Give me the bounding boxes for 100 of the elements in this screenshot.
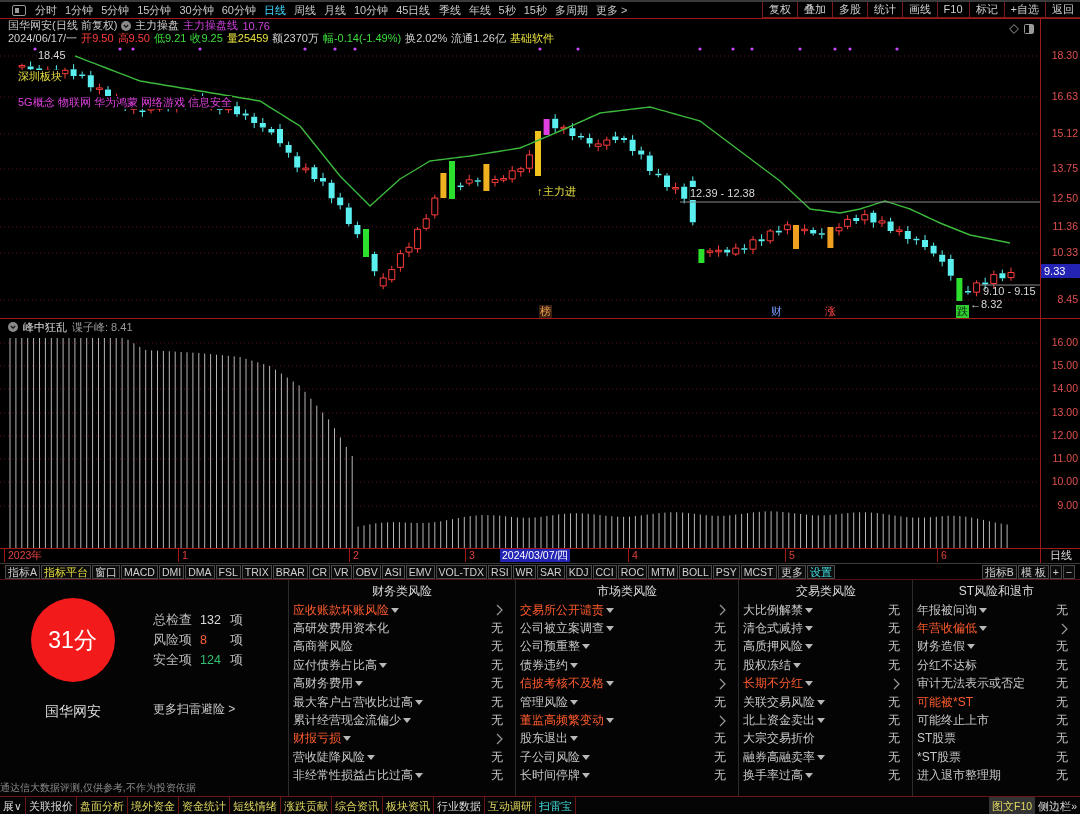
risk-item-link[interactable]: 累计经营现金流偏少 <box>293 712 411 730</box>
risk-item-link[interactable]: 营收陡降风险 <box>293 748 375 766</box>
risk-item-link[interactable]: ST股票 <box>917 730 957 748</box>
chevron-right-icon[interactable] <box>1061 622 1068 635</box>
indicator-tab[interactable]: 指标A <box>5 564 40 579</box>
indicator-tab[interactable]: ASI <box>381 564 405 579</box>
risk-item-link[interactable]: 应收账款坏账风险 <box>293 601 399 619</box>
bottom-tab[interactable]: 短线情绪 <box>229 797 281 814</box>
indicator-tab[interactable]: DMA <box>185 564 215 579</box>
event-marker[interactable]: 涨 <box>824 305 837 318</box>
indicator-tab[interactable]: 窗口 <box>92 564 120 579</box>
risk-item-link[interactable]: 股权冻结 <box>743 656 801 674</box>
period-tab[interactable]: 10分钟 <box>354 3 389 17</box>
indicator-tab[interactable]: PSY <box>712 564 740 579</box>
risk-item-link[interactable]: 信披考核不及格 <box>520 675 614 693</box>
indicator-tab[interactable]: ROC <box>617 564 647 579</box>
bottom-tab[interactable]: 盘面分析 <box>76 797 128 814</box>
bottom-tab[interactable]: 图文F10 <box>989 797 1036 814</box>
risk-item-link[interactable]: 审计无法表示或否定 <box>917 675 1025 693</box>
period-tab[interactable]: 15分钟 <box>137 3 172 17</box>
period-tab[interactable]: 30分钟 <box>179 3 214 17</box>
toolbar-button[interactable]: 多股 <box>831 2 867 17</box>
indicator-tab[interactable]: 更多 <box>777 564 806 579</box>
period-tab[interactable]: 15秒 <box>523 3 547 17</box>
indicator-tab[interactable]: WR <box>512 564 537 579</box>
indicator-tab[interactable]: + <box>1049 564 1062 579</box>
period-tab[interactable]: 日线 <box>264 3 286 17</box>
indicator-tab[interactable]: TRIX <box>241 564 272 579</box>
toolbar-button[interactable]: 叠加 <box>796 2 832 17</box>
bottom-tab[interactable]: 扫雷宝 <box>535 797 576 814</box>
risk-item-link[interactable]: 董监高频繁变动 <box>520 712 614 730</box>
indicator-tab[interactable]: MACD <box>121 564 158 579</box>
bottom-tab[interactable]: 行业数据 <box>433 797 485 814</box>
risk-item-link[interactable]: 长期不分红 <box>743 675 813 693</box>
risk-item-link[interactable]: 公司预重整 <box>520 638 590 656</box>
risk-item-link[interactable]: 年营收偏低 <box>917 620 987 638</box>
period-tab[interactable]: 多周期 <box>554 3 588 17</box>
risk-item-link[interactable]: *ST股票 <box>917 748 961 766</box>
toolbar-button[interactable]: 画线 <box>901 2 937 17</box>
chevron-right-icon[interactable] <box>719 714 726 727</box>
period-tab[interactable]: 月线 <box>324 3 346 17</box>
indicator-tab[interactable]: 设置 <box>806 564 835 579</box>
bottom-tab[interactable]: 展∨ <box>0 797 26 814</box>
toolbar-button[interactable]: 返回 <box>1045 2 1080 17</box>
risk-item-link[interactable]: 财务造假 <box>917 638 975 656</box>
more-menu[interactable]: 更多 > <box>595 3 628 17</box>
indicator-tab[interactable]: DMI <box>158 564 185 579</box>
indicator-tab[interactable]: VOL-TDX <box>435 564 488 579</box>
risk-item-link[interactable]: 大宗交易折价 <box>743 730 815 748</box>
indicator-tab[interactable]: VR <box>331 564 352 579</box>
indicator-tab[interactable]: MCST <box>740 564 777 579</box>
risk-item-link[interactable]: 管理风险 <box>520 693 578 711</box>
risk-item-link[interactable]: 年报被问询 <box>917 601 987 619</box>
risk-item-link[interactable]: 长时间停牌 <box>520 767 590 785</box>
bottom-tab[interactable]: 综合资讯 <box>331 797 383 814</box>
risk-item-link[interactable]: 高商誉风险 <box>293 638 353 656</box>
indicator-tab[interactable]: 模 板 <box>1017 564 1049 579</box>
event-marker[interactable]: 榜 <box>539 305 552 318</box>
diamond-icon[interactable] <box>1009 23 1019 34</box>
chevron-right-icon[interactable] <box>496 604 503 617</box>
chevron-right-icon[interactable] <box>496 732 503 745</box>
period-tab[interactable]: 5秒 <box>498 3 516 17</box>
event-marker[interactable]: 跌 <box>956 305 969 318</box>
indicator-tab[interactable]: MTM <box>647 564 678 579</box>
risk-item-link[interactable]: 股东退出 <box>520 730 578 748</box>
toolbar-button[interactable]: 标记 <box>968 2 1004 17</box>
indicator-tab[interactable]: KDJ <box>565 564 592 579</box>
risk-item-link[interactable]: 公司被立案调查 <box>520 620 614 638</box>
risk-item-link[interactable]: 高质押风险 <box>743 638 813 656</box>
risk-item-link[interactable]: 关联交易风险 <box>743 693 825 711</box>
indicator-tab[interactable]: BRAR <box>272 564 308 579</box>
chevron-right-icon[interactable] <box>893 677 900 690</box>
period-tab[interactable]: 年线 <box>468 3 491 17</box>
indicator-tab[interactable]: FSL <box>215 564 241 579</box>
toolbar-button[interactable]: +自选 <box>1003 2 1045 17</box>
risk-item-link[interactable]: 可能终止上市 <box>917 712 989 730</box>
risk-item-link[interactable]: 分红不达标 <box>917 656 977 674</box>
period-tab[interactable]: 周线 <box>294 3 316 17</box>
period-tab[interactable]: 分时 <box>35 3 57 17</box>
dropdown-circle-icon[interactable] <box>8 322 18 332</box>
risk-item-link[interactable]: 应付债券占比高 <box>293 656 387 674</box>
risk-item-link[interactable]: 换手率过高 <box>743 767 813 785</box>
toolbar-button[interactable]: F10 <box>936 2 969 17</box>
indicator-tab[interactable]: BOLL <box>678 564 712 579</box>
indicator-tab[interactable]: EMV <box>405 564 435 579</box>
toolbar-button[interactable]: 统计 <box>866 2 902 17</box>
risk-item-link[interactable]: 北上资金卖出 <box>743 712 825 730</box>
risk-item-link[interactable]: 高研发费用资本化 <box>293 620 389 638</box>
risk-item-link[interactable]: 可能被*ST <box>917 693 973 711</box>
more-link[interactable]: 更多扫雷避险 > <box>153 701 236 718</box>
risk-item-link[interactable]: 高财务费用 <box>293 675 363 693</box>
indicator-tab[interactable]: SAR <box>537 564 565 579</box>
bottom-tab[interactable]: 境外资金 <box>127 797 179 814</box>
risk-item-link[interactable]: 财报亏损 <box>293 730 351 748</box>
bottom-tab[interactable]: 侧边栏» <box>1035 797 1080 814</box>
risk-item-link[interactable]: 大比例解禁 <box>743 601 813 619</box>
event-marker[interactable]: 财 <box>770 305 783 318</box>
period-tab[interactable]: 1分钟 <box>65 3 94 17</box>
indicator-tab[interactable]: OBV <box>352 564 381 579</box>
period-tab[interactable]: 45日线 <box>396 3 431 17</box>
